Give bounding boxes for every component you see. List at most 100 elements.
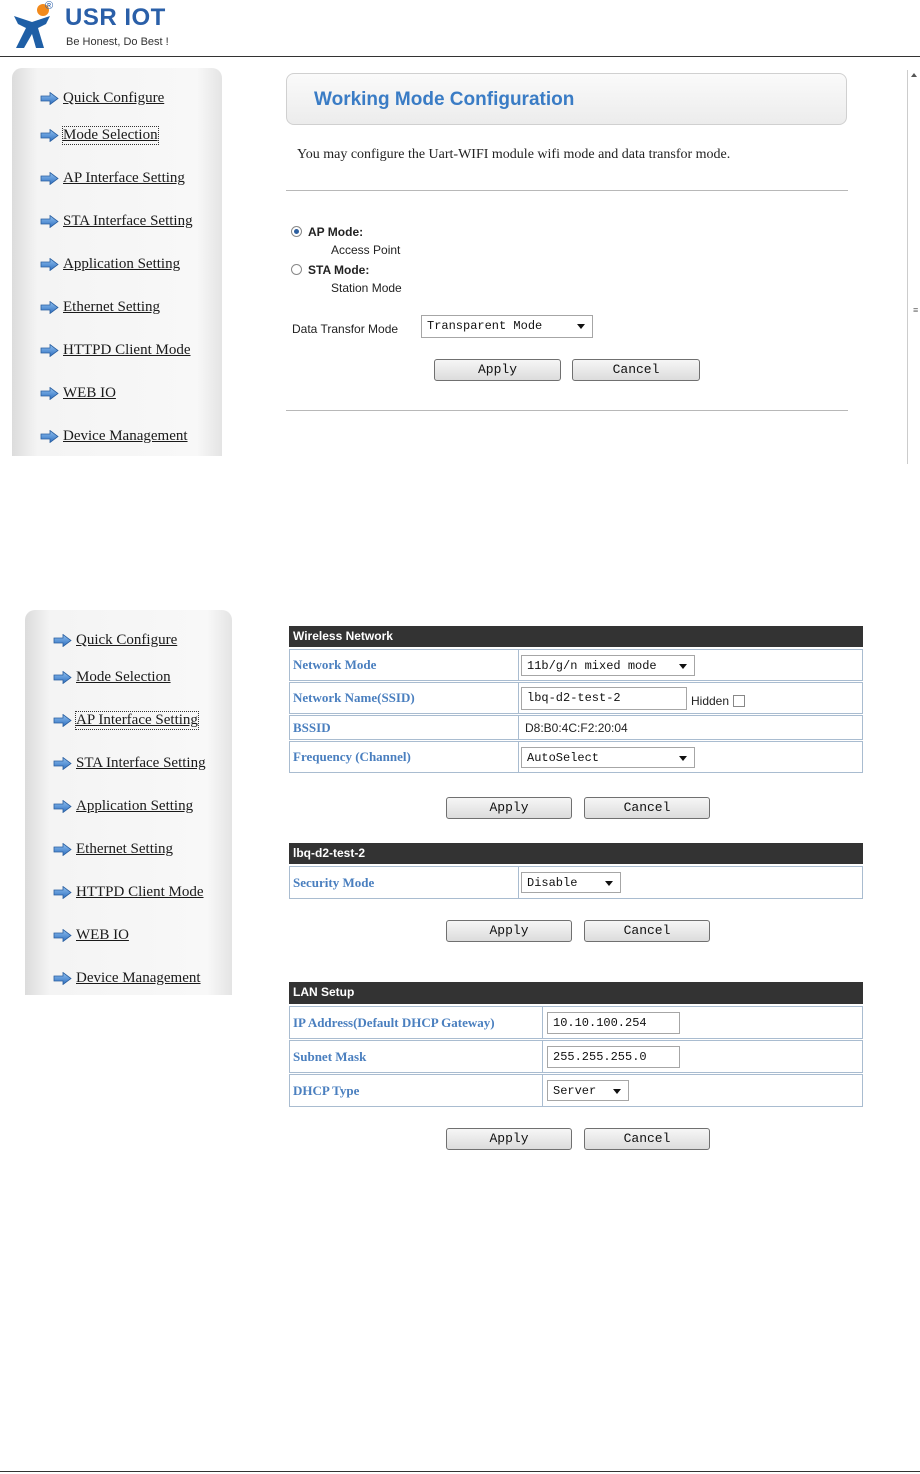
sidebar-item-label: Ethernet Setting	[76, 841, 174, 857]
frequency-label: Frequency (Channel)	[290, 742, 519, 772]
arrow-right-icon	[53, 972, 72, 985]
frequency-select[interactable]: AutoSelect	[521, 747, 695, 768]
registered-mark: ®	[45, 0, 54, 12]
arrow-right-icon	[40, 344, 59, 357]
chevron-down-icon	[679, 664, 687, 669]
security-mode-label: Security Mode	[290, 867, 519, 898]
wireless-apply-button[interactable]: Apply	[446, 797, 572, 819]
sidebar-item-mode-selection[interactable]: Mode Selection	[53, 669, 171, 686]
network-mode-row: Network Mode 11b/g/n mixed mode	[289, 649, 863, 681]
chevron-down-icon	[679, 756, 687, 761]
sidebar-item-label: Mode Selection	[62, 126, 159, 145]
sta-mode-sub: Station Mode	[331, 281, 402, 295]
sidebar-item-label: STA Interface Setting	[63, 213, 193, 229]
sidebar-item-ap-interface-setting[interactable]: AP Interface Setting	[40, 170, 185, 187]
arrow-right-icon	[53, 800, 72, 813]
sidebar-top: Quick Configure Mode Selection AP Interfac…	[12, 68, 222, 456]
arrow-right-icon	[40, 215, 59, 228]
sidebar-item-ethernet-setting[interactable]: Ethernet Setting	[40, 299, 160, 316]
scroll-grip-icon[interactable]: ≡	[913, 306, 918, 315]
sta-mode-radio[interactable]	[291, 264, 302, 275]
arrow-right-icon	[40, 258, 59, 271]
arrow-right-icon	[53, 929, 72, 942]
security-mode-select[interactable]: Disable	[521, 872, 621, 893]
brand-text: USR IOT	[65, 4, 166, 31]
bssid-value: D8:B0:4C:F2:20:04	[525, 720, 628, 735]
dhcp-type-label: DHCP Type	[290, 1075, 543, 1106]
bssid-label: BSSID	[290, 716, 519, 739]
sidebar-item-device-management[interactable]: Device Management	[40, 428, 188, 445]
sidebar-item-label: HTTPD Client Mode	[76, 884, 204, 900]
sidebar-item-label: HTTPD Client Mode	[63, 342, 191, 358]
sidebar-item-label: Mode Selection	[76, 669, 171, 685]
sidebar-item-sta-interface-setting[interactable]: STA Interface Setting	[53, 755, 206, 772]
sidebar-item-httpd-client-mode[interactable]: HTTPD Client Mode	[40, 342, 191, 359]
arrow-right-icon	[53, 714, 72, 727]
ssid-row: Network Name(SSID) lbq-d2-test-2 Hidden	[289, 682, 863, 714]
scroll-up-icon[interactable]	[911, 73, 917, 77]
chevron-down-icon	[577, 324, 585, 329]
ap-mode-sub: Access Point	[331, 243, 401, 257]
security-mode-value: Disable	[527, 876, 578, 890]
arrow-right-icon	[53, 843, 72, 856]
divider-bottom	[286, 410, 848, 411]
subnet-mask-label: Subnet Mask	[290, 1041, 543, 1072]
sidebar-bottom: Quick Configure Mode Selection AP Interfac…	[25, 610, 232, 995]
scrollbar[interactable]	[907, 70, 920, 464]
sidebar-item-label: STA Interface Setting	[76, 755, 206, 771]
cancel-button[interactable]: Cancel	[572, 359, 700, 381]
apply-button[interactable]: Apply	[434, 359, 561, 381]
subnet-mask-input[interactable]: 255.255.255.0	[547, 1046, 680, 1068]
sidebar-item-label: AP Interface Setting	[75, 711, 199, 730]
dhcp-type-value: Server	[553, 1084, 597, 1098]
lan-apply-button[interactable]: Apply	[446, 1128, 572, 1150]
dhcp-type-select[interactable]: Server	[547, 1080, 629, 1101]
data-transfor-value: Transparent Mode	[427, 319, 543, 333]
security-mode-row: Security Mode Disable	[289, 866, 863, 899]
network-mode-value: 11b/g/n mixed mode	[527, 659, 657, 673]
sidebar-item-quick-configure[interactable]: Quick Configure	[40, 90, 164, 107]
sidebar-item-application-setting[interactable]: Application Setting	[40, 256, 180, 273]
ssid-input[interactable]: lbq-d2-test-2	[521, 687, 687, 710]
subnet-mask-row: Subnet Mask 255.255.255.0	[289, 1040, 863, 1073]
divider-top	[286, 190, 848, 191]
ip-address-input[interactable]: 10.10.100.254	[547, 1012, 680, 1034]
sidebar-item-application-setting[interactable]: Application Setting	[53, 798, 193, 815]
security-cancel-button[interactable]: Cancel	[584, 920, 710, 942]
sidebar-item-ap-interface-setting[interactable]: AP Interface Setting	[53, 711, 199, 730]
sidebar-item-ethernet-setting[interactable]: Ethernet Setting	[53, 841, 173, 858]
arrow-right-icon	[40, 430, 59, 443]
sidebar-item-sta-interface-setting[interactable]: STA Interface Setting	[40, 213, 193, 230]
ap-mode-label: AP Mode:	[308, 225, 364, 239]
sidebar-item-label: WEB IO	[76, 927, 129, 943]
bssid-row: BSSID D8:B0:4C:F2:20:04	[289, 715, 863, 740]
sidebar-item-mode-selection[interactable]: Mode Selection	[40, 126, 159, 145]
lan-setup-header: LAN Setup	[289, 982, 863, 1004]
sidebar-item-device-management[interactable]: Device Management	[53, 970, 201, 987]
ip-address-label: IP Address(Default DHCP Gateway)	[290, 1007, 543, 1038]
ap-mode-radio[interactable]	[291, 226, 302, 237]
security-apply-button[interactable]: Apply	[446, 920, 572, 942]
sidebar-item-web-io[interactable]: WEB IO	[53, 927, 129, 944]
wireless-cancel-button[interactable]: Cancel	[584, 797, 710, 819]
arrow-right-icon	[53, 757, 72, 770]
hidden-group: Hidden	[691, 689, 746, 713]
sidebar-item-quick-configure[interactable]: Quick Configure	[53, 632, 177, 649]
brand-tagline: Be Honest, Do Best !	[66, 36, 169, 48]
data-transfor-select[interactable]: Transparent Mode	[421, 315, 593, 338]
arrow-right-icon	[40, 387, 59, 400]
footer-divider	[0, 1471, 920, 1472]
page-description: You may configure the Uart-WIFI module w…	[297, 147, 731, 162]
hidden-checkbox[interactable]	[733, 695, 746, 707]
sidebar-item-httpd-client-mode[interactable]: HTTPD Client Mode	[53, 884, 204, 901]
security-header: lbq-d2-test-2	[289, 843, 863, 864]
network-mode-select[interactable]: 11b/g/n mixed mode	[521, 655, 695, 676]
sidebar-item-label: Device Management	[76, 970, 201, 986]
arrow-right-icon	[40, 92, 59, 105]
lan-cancel-button[interactable]: Cancel	[584, 1128, 710, 1150]
header-divider	[0, 56, 920, 57]
sta-mode-label: STA Mode:	[308, 263, 370, 277]
arrow-right-icon	[40, 172, 59, 185]
sidebar-item-web-io[interactable]: WEB IO	[40, 385, 116, 402]
sidebar-item-label: Ethernet Setting	[63, 299, 161, 315]
